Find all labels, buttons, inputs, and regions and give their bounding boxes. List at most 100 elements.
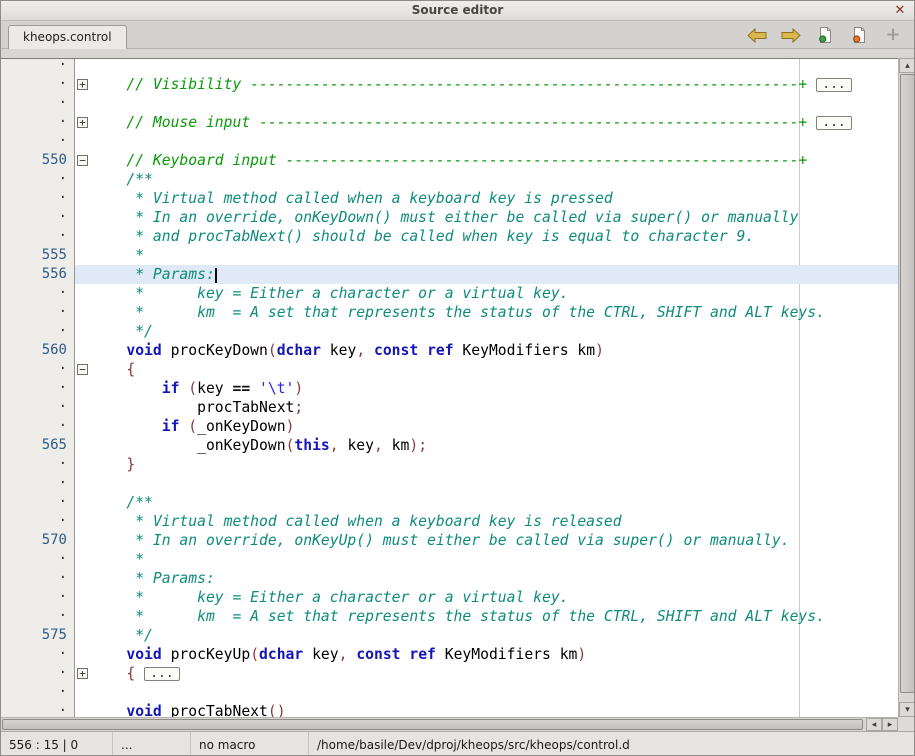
code-line[interactable]: · * Virtual method called when a keyboar… bbox=[1, 512, 898, 531]
code-line[interactable]: · if (key == '\t') bbox=[1, 379, 898, 398]
code-line[interactable]: · if (_onKeyDown) bbox=[1, 417, 898, 436]
fold-column bbox=[75, 436, 91, 455]
code-line[interactable]: · /** bbox=[1, 170, 898, 189]
collapsed-fold-marker[interactable]: ... bbox=[816, 116, 851, 130]
line-number: · bbox=[1, 455, 75, 474]
code-line[interactable]: · void procKeyUp(dchar key, const ref Ke… bbox=[1, 645, 898, 664]
line-number: · bbox=[1, 170, 75, 189]
line-number: 575 bbox=[1, 626, 75, 645]
code-line[interactable]: 555 * bbox=[1, 246, 898, 265]
code-line[interactable]: · * In an override, onKeyDown() must eit… bbox=[1, 208, 898, 227]
fold-expand-icon[interactable]: + bbox=[77, 79, 88, 90]
fold-column bbox=[75, 417, 91, 436]
code-text: /** bbox=[91, 170, 898, 189]
code-text: procTabNext; bbox=[91, 398, 898, 417]
horizontal-scroll-track[interactable] bbox=[1, 718, 866, 731]
macro-state: no macro bbox=[199, 738, 255, 752]
fold-column bbox=[75, 531, 91, 550]
code-line[interactable]: · * bbox=[1, 550, 898, 569]
code-line[interactable]: 550− // Keyboard input -----------------… bbox=[1, 151, 898, 170]
code-line[interactable]: · * km = A set that represents the statu… bbox=[1, 303, 898, 322]
line-number: · bbox=[1, 664, 75, 683]
code-line[interactable]: · procTabNext; bbox=[1, 398, 898, 417]
scroll-right-button[interactable]: ▸ bbox=[882, 718, 898, 731]
scroll-down-button[interactable]: ▾ bbox=[899, 702, 915, 717]
horizontal-scroll-thumb[interactable] bbox=[2, 719, 863, 730]
code-line[interactable]: · */ bbox=[1, 322, 898, 341]
ellipsis-text: ... bbox=[121, 738, 132, 752]
line-number: · bbox=[1, 113, 75, 132]
code-line[interactable]: 570 * In an override, onKeyUp() must eit… bbox=[1, 531, 898, 550]
code-line[interactable]: ·− { bbox=[1, 360, 898, 379]
code-line[interactable]: 560 void procKeyDown(dchar key, const re… bbox=[1, 341, 898, 360]
code-line[interactable]: · * Params: bbox=[1, 569, 898, 588]
code-text: */ bbox=[91, 626, 898, 645]
code-line[interactable]: · * key = Either a character or a virtua… bbox=[1, 588, 898, 607]
code-line[interactable]: ·+ // Mouse input ----------------------… bbox=[1, 113, 898, 132]
close-icon[interactable]: ✕ bbox=[891, 2, 909, 20]
text-caret bbox=[215, 268, 217, 283]
code-line[interactable]: · bbox=[1, 683, 898, 702]
code-text: void procKeyDown(dchar key, const ref Ke… bbox=[91, 341, 898, 360]
code-line[interactable]: · * and procTabNext() should be called w… bbox=[1, 227, 898, 246]
line-number: 556 bbox=[1, 265, 75, 284]
vertical-scroll-thumb[interactable] bbox=[900, 74, 915, 693]
fold-expand-icon[interactable]: + bbox=[77, 668, 88, 679]
fold-column bbox=[75, 493, 91, 512]
code-text: {... bbox=[91, 664, 898, 683]
code-line[interactable]: ·+ {... bbox=[1, 664, 898, 683]
fold-collapse-icon[interactable]: − bbox=[77, 364, 88, 375]
line-number: · bbox=[1, 189, 75, 208]
document-close-button[interactable] bbox=[848, 25, 870, 45]
go-back-button[interactable] bbox=[746, 25, 768, 45]
fold-collapse-icon[interactable]: − bbox=[77, 155, 88, 166]
vertical-scroll-track[interactable] bbox=[899, 73, 915, 702]
scroll-left-button[interactable]: ◂ bbox=[866, 718, 882, 731]
file-path-panel: /home/basile/Dev/dproj/kheops/src/kheops… bbox=[309, 732, 914, 756]
code-line[interactable]: · } bbox=[1, 455, 898, 474]
code-line[interactable]: 556 * Params: bbox=[1, 265, 898, 284]
document-save-button[interactable] bbox=[814, 25, 836, 45]
collapsed-fold-marker[interactable]: ... bbox=[144, 667, 179, 681]
code-text bbox=[91, 683, 898, 702]
title-bar: Source editor ✕ bbox=[1, 1, 914, 21]
code-text: { bbox=[91, 360, 898, 379]
code-line[interactable]: · bbox=[1, 58, 898, 75]
code-line[interactable]: · void procTabNext() bbox=[1, 702, 898, 717]
line-number: 555 bbox=[1, 246, 75, 265]
code-line[interactable]: 565 _onKeyDown(this, key, km); bbox=[1, 436, 898, 455]
fold-column: − bbox=[75, 151, 91, 170]
document-orange-mark-icon bbox=[852, 27, 867, 43]
fold-column bbox=[75, 132, 91, 151]
code-text: void procTabNext() bbox=[91, 702, 898, 717]
code-line[interactable]: 575 */ bbox=[1, 626, 898, 645]
code-line[interactable]: · bbox=[1, 132, 898, 151]
code-editor[interactable]: ··+ // Visibility ----------------------… bbox=[1, 58, 898, 717]
horizontal-scrollbar[interactable]: ◂ ▸ bbox=[1, 717, 898, 731]
code-line[interactable]: · * Virtual method called when a keyboar… bbox=[1, 189, 898, 208]
code-text: * bbox=[91, 550, 898, 569]
code-text: * In an override, onKeyDown() must eithe… bbox=[91, 208, 898, 227]
code-text: /** bbox=[91, 493, 898, 512]
collapsed-fold-marker[interactable]: ... bbox=[816, 78, 851, 92]
code-line[interactable]: · /** bbox=[1, 493, 898, 512]
scroll-up-button[interactable]: ▴ bbox=[899, 58, 915, 73]
detach-editor-icon[interactable]: + bbox=[882, 25, 904, 45]
code-line[interactable]: · * key = Either a character or a virtua… bbox=[1, 284, 898, 303]
go-forward-button[interactable] bbox=[780, 25, 802, 45]
code-line[interactable]: · bbox=[1, 94, 898, 113]
fold-expand-icon[interactable]: + bbox=[77, 117, 88, 128]
code-line[interactable]: · * km = A set that represents the statu… bbox=[1, 607, 898, 626]
code-line[interactable]: · bbox=[1, 474, 898, 493]
fold-column bbox=[75, 398, 91, 417]
code-text: * Virtual method called when a keyboard … bbox=[91, 189, 898, 208]
vertical-scrollbar[interactable]: ▴ ▾ bbox=[898, 58, 915, 717]
code-text: // Keyboard input ----------------------… bbox=[91, 151, 898, 170]
fold-column bbox=[75, 322, 91, 341]
code-line[interactable]: ·+ // Visibility -----------------------… bbox=[1, 75, 898, 94]
line-number: · bbox=[1, 702, 75, 717]
fold-column bbox=[75, 607, 91, 626]
fold-column bbox=[75, 208, 91, 227]
tab-kheops-control[interactable]: kheops.control bbox=[8, 25, 127, 49]
fold-column bbox=[75, 265, 91, 284]
